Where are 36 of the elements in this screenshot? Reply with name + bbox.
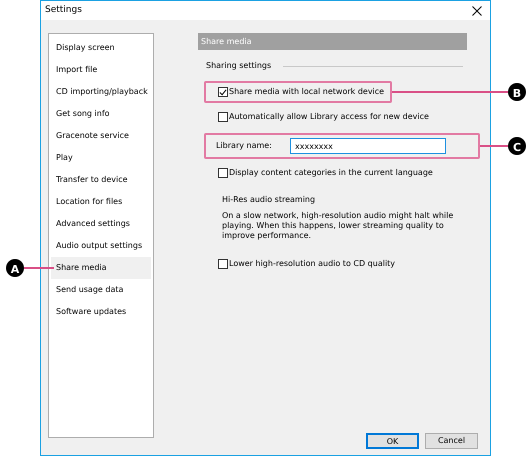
callout-marker: A xyxy=(6,259,24,277)
sidebar-item[interactable]: Transfer to device xyxy=(51,169,151,191)
cancel-button[interactable]: Cancel xyxy=(425,433,478,449)
close-icon[interactable] xyxy=(472,6,482,16)
sidebar-item[interactable]: Software updates xyxy=(51,301,151,323)
sidebar-item[interactable]: Location for files xyxy=(51,191,151,213)
leader-line xyxy=(480,145,508,147)
ok-button[interactable]: OK xyxy=(366,433,419,449)
sidebar-item[interactable]: Display screen xyxy=(51,37,151,59)
callout-marker: C xyxy=(508,137,526,155)
subheading: Hi-Res audio streaming xyxy=(222,195,316,204)
sidebar-item[interactable]: Import file xyxy=(51,59,151,81)
checkbox[interactable] xyxy=(218,168,228,178)
group-title: Sharing settings xyxy=(206,60,272,72)
callout-marker: B xyxy=(508,83,526,101)
window-title: Settings xyxy=(45,4,82,17)
field-label: Library name: xyxy=(216,140,273,152)
checkbox[interactable] xyxy=(218,259,228,269)
text-field[interactable]: xxxxxxxx xyxy=(290,138,446,154)
checkbox-label: Lower high-resolution audio to CD quality xyxy=(229,258,396,270)
sidebar-item[interactable]: Get song info xyxy=(51,103,151,125)
leader-line xyxy=(24,267,54,269)
checkbox-label: Share media with local network device xyxy=(229,86,384,98)
description-text: On a slow network, high-resolution audio might halt while playing. When this happens, lower streaming quality to improve performance. xyxy=(222,211,454,241)
checkbox[interactable] xyxy=(218,112,228,122)
sidebar-item[interactable]: Play xyxy=(51,147,151,169)
checkbox-label: Display content categories in the current language xyxy=(229,167,433,179)
sidebar-item[interactable]: Audio output settings xyxy=(51,235,151,257)
checkbox-label: Automatically allow Library access for new device xyxy=(229,111,429,123)
section-header: Share media xyxy=(198,33,467,50)
sidebar-item[interactable]: Advanced settings xyxy=(51,213,151,235)
sidebar-item[interactable]: CD importing/playback xyxy=(51,81,151,103)
sidebar-item[interactable]: Share media xyxy=(51,257,151,279)
sidebar-item[interactable]: Gracenote service xyxy=(51,125,151,147)
sidebar-item[interactable]: Send usage data xyxy=(51,279,151,301)
checkbox[interactable] xyxy=(218,87,228,97)
